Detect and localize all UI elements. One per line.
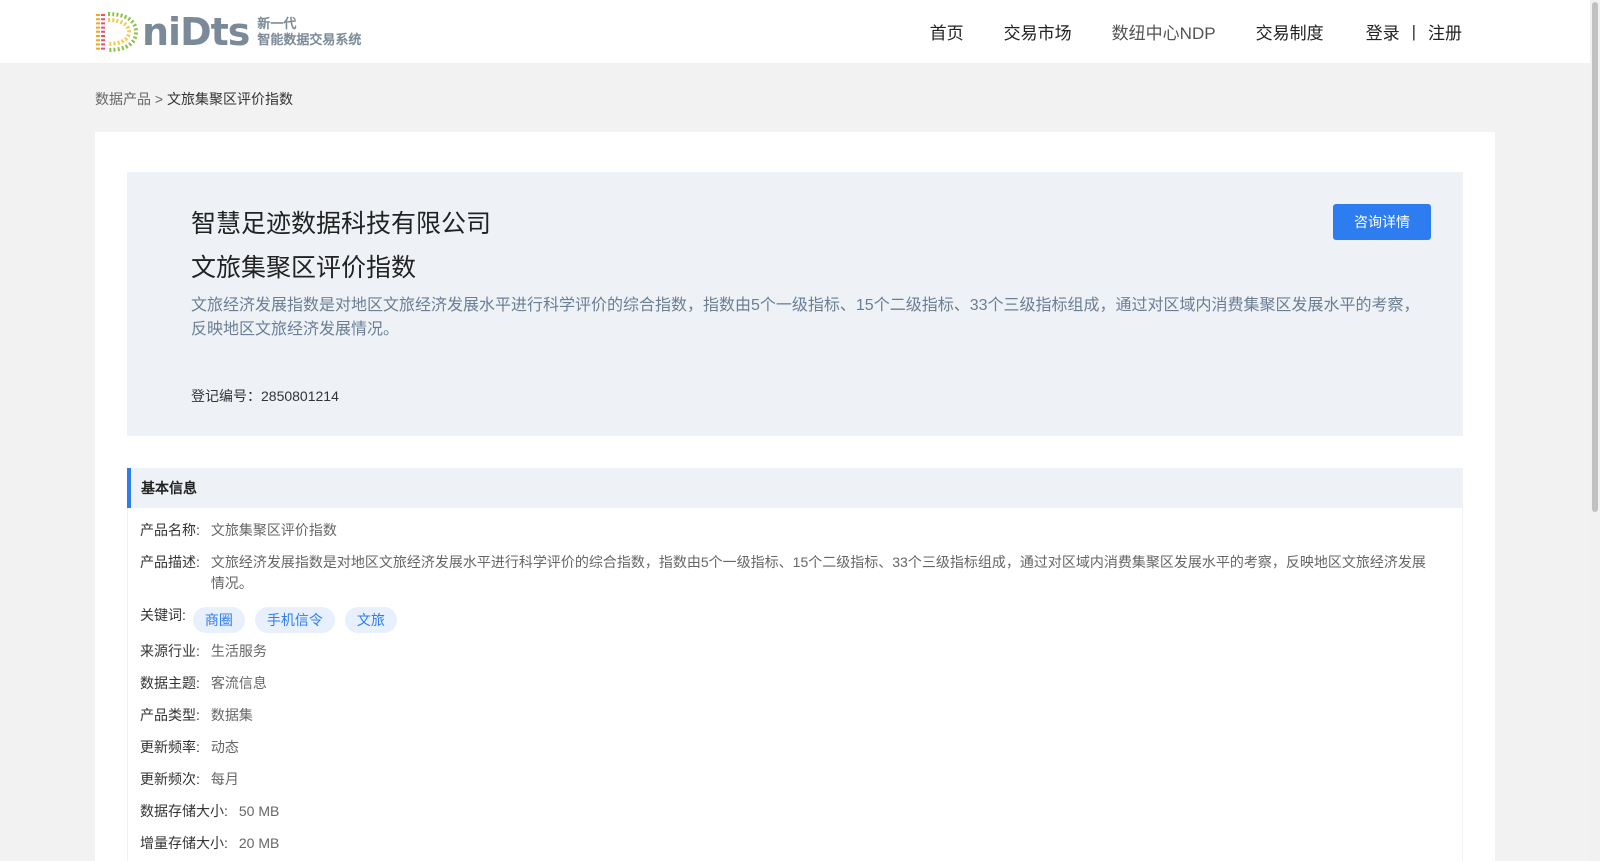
info-row-times: 更新频次: 每月 <box>140 769 1462 790</box>
info-row-keywords: 关键词: 商圈 手机信令 文旅 <box>140 605 1462 633</box>
product-title: 文旅集聚区评价指数 <box>191 254 417 282</box>
info-value: 客流信息 <box>210 675 267 691</box>
nav-market[interactable]: 交易市场 <box>1004 19 1072 44</box>
info-label: 更新频次: <box>140 771 200 787</box>
product-summary: 文旅经济发展指数是对地区文旅经济发展水平进行科学评价的综合指数，指数由5个一级指… <box>191 297 1420 338</box>
info-row-storage: 数据存储大小: 50 MB <box>140 801 1462 822</box>
nav-home[interactable]: 首页 <box>930 19 964 44</box>
registration-value: 2850801214 <box>261 388 339 404</box>
page-scrollbar[interactable] <box>1590 0 1600 861</box>
keyword-tag[interactable]: 商圈 <box>192 607 245 633</box>
nav-rules[interactable]: 交易制度 <box>1256 19 1324 44</box>
info-value: 生活服务 <box>210 643 267 659</box>
keyword-tag[interactable]: 手机信令 <box>254 607 335 633</box>
basic-info-section: 基本信息 产品名称: 文旅集聚区评价指数 产品描述: 文旅经济发展指数是对地区文… <box>127 468 1463 861</box>
info-value: 动态 <box>210 739 239 755</box>
info-value: 20 MB <box>238 835 280 851</box>
logo-subtitle-line1: 新一代 <box>257 16 297 31</box>
info-value: 50 MB <box>238 803 280 819</box>
breadcrumb-current: 文旅集聚区评价指数 <box>166 91 293 107</box>
top-header: niDts 新一代 智能数据交易系统 首页 交易市场 数纽中心NDP 交易制度 … <box>0 0 1590 63</box>
info-value: 文旅集聚区评价指数 <box>210 522 337 538</box>
registration-label: 登记编号： <box>191 388 261 404</box>
provider-company: 智慧足迹数据科技有限公司 <box>191 210 492 238</box>
info-row-product-name: 产品名称: 文旅集聚区评价指数 <box>140 520 1462 541</box>
info-row-increment: 增量存储大小: 20 MB <box>140 833 1462 854</box>
auth-separator: | <box>1411 21 1416 41</box>
info-label: 产品描述: <box>140 554 200 570</box>
login-link[interactable]: 登录 <box>1366 19 1400 44</box>
logo-d-mark-icon <box>96 12 139 52</box>
info-label: 产品名称: <box>140 522 200 538</box>
info-row-industry: 来源行业: 生活服务 <box>140 641 1462 662</box>
breadcrumb-separator: > <box>151 91 167 107</box>
info-row-type: 产品类型: 数据集 <box>140 705 1462 726</box>
site-logo[interactable]: niDts 新一代 智能数据交易系统 <box>94 11 361 53</box>
registration-number: 登记编号：2850801214 <box>191 386 339 406</box>
info-label: 数据存储大小: <box>140 803 228 819</box>
logo-subtitle: 新一代 智能数据交易系统 <box>257 16 361 48</box>
nav-ndp[interactable]: 数纽中心NDP <box>1112 19 1216 44</box>
consult-details-button[interactable]: 咨询详情 <box>1333 204 1431 240</box>
info-row-frequency: 更新频率: 动态 <box>140 737 1462 758</box>
info-row-product-desc: 产品描述: 文旅经济发展指数是对地区文旅经济发展水平进行科学评价的综合指数，指数… <box>140 552 1462 594</box>
product-hero: 智慧足迹数据科技有限公司 文旅集聚区评价指数 文旅经济发展指数是对地区文旅经济发… <box>127 172 1463 436</box>
info-value: 数据集 <box>210 707 253 723</box>
info-value: 每月 <box>210 771 239 787</box>
info-row-theme: 数据主题: 客流信息 <box>140 673 1462 694</box>
info-label: 增量存储大小: <box>140 835 228 851</box>
product-detail-card: 智慧足迹数据科技有限公司 文旅集聚区评价指数 文旅经济发展指数是对地区文旅经济发… <box>95 132 1495 861</box>
info-value: 文旅经济发展指数是对地区文旅经济发展水平进行科学评价的综合指数，指数由5个一级指… <box>210 554 1426 591</box>
auth-links: 登录 | 注册 <box>1366 19 1462 44</box>
logo-subtitle-line2: 智能数据交易系统 <box>257 32 362 47</box>
basic-info-heading: 基本信息 <box>127 468 1463 508</box>
breadcrumb-parent[interactable]: 数据产品 <box>95 91 151 107</box>
info-label: 关键词: <box>140 607 186 623</box>
register-link[interactable]: 注册 <box>1428 19 1462 44</box>
keyword-tag[interactable]: 文旅 <box>344 607 397 633</box>
info-label: 产品类型: <box>140 707 200 723</box>
info-label: 来源行业: <box>140 643 200 659</box>
scrollbar-thumb[interactable] <box>1592 2 1598 512</box>
main-nav: 首页 交易市场 数纽中心NDP 交易制度 登录 | 注册 <box>890 0 1462 63</box>
info-label: 更新频率: <box>140 739 200 755</box>
basic-info-body: 产品名称: 文旅集聚区评价指数 产品描述: 文旅经济发展指数是对地区文旅经济发展… <box>127 508 1463 861</box>
keyword-tags: 商圈 手机信令 文旅 <box>192 607 407 633</box>
logo-wordmark: niDts <box>142 10 250 54</box>
info-label: 数据主题: <box>140 675 200 691</box>
breadcrumb: 数据产品 > 文旅集聚区评价指数 <box>95 89 293 109</box>
